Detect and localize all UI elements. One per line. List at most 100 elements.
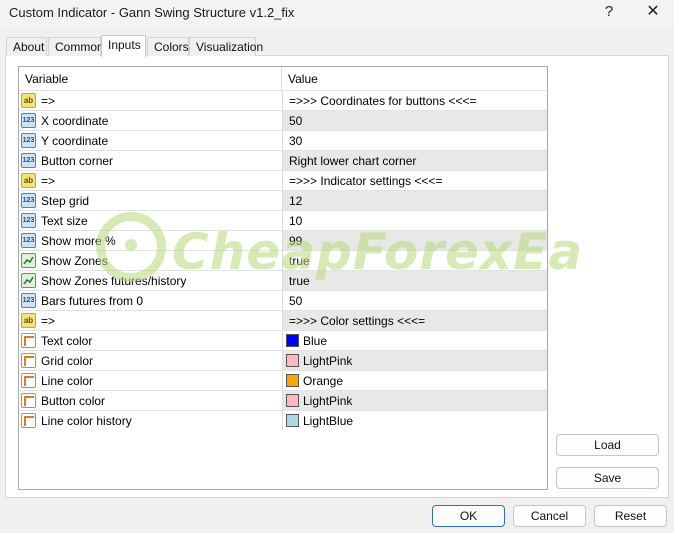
reset-button[interactable]: Reset: [594, 505, 667, 527]
value-cell[interactable]: true: [282, 271, 547, 290]
header-value[interactable]: Value: [288, 72, 318, 86]
color-swatch[interactable]: [286, 334, 299, 347]
variable-cell[interactable]: ab =>: [19, 91, 281, 110]
variable-cell[interactable]: 123 X coordinate: [19, 111, 281, 130]
number-type-icon: 123: [21, 233, 36, 248]
value-cell[interactable]: LightBlue: [282, 411, 547, 430]
number-type-icon: 123: [21, 113, 36, 128]
value-cell[interactable]: 10: [282, 211, 547, 230]
variable-cell[interactable]: 123 Button corner: [19, 151, 281, 170]
variable-label: X coordinate: [41, 114, 109, 128]
number-type-icon: 123: [21, 213, 36, 228]
value-cell[interactable]: 30: [282, 131, 547, 150]
variable-cell[interactable]: 123 Step grid: [19, 191, 281, 210]
value-cell[interactable]: 12: [282, 191, 547, 210]
bool-type-icon: [21, 273, 36, 288]
value-text: =>>> Indicator settings <<<=: [289, 174, 443, 188]
help-button[interactable]: ?: [594, 1, 624, 23]
table-row[interactable]: Show Zones true: [19, 250, 547, 270]
value-cell[interactable]: 99: [282, 231, 547, 250]
save-button[interactable]: Save: [556, 467, 659, 489]
tab-about[interactable]: About: [6, 37, 47, 56]
table-row[interactable]: Button color LightPink: [19, 390, 547, 410]
value-text: LightBlue: [303, 414, 354, 428]
table-row[interactable]: Text color Blue: [19, 330, 547, 350]
color-type-icon: [21, 353, 36, 368]
color-type-icon: [21, 373, 36, 388]
variable-cell[interactable]: ab =>: [19, 311, 281, 330]
table-row[interactable]: Line color Orange: [19, 370, 547, 390]
ok-button[interactable]: OK: [432, 505, 505, 527]
variable-label: Bars futures from 0: [41, 294, 144, 308]
value-text: LightPink: [303, 354, 353, 368]
tab-common[interactable]: Common: [48, 37, 104, 56]
table-row[interactable]: 123 Show more % 99: [19, 230, 547, 250]
color-swatch[interactable]: [286, 374, 299, 387]
table-row[interactable]: ab => =>>> Indicator settings <<<=: [19, 170, 547, 190]
number-type-icon: 123: [21, 293, 36, 308]
value-text: true: [289, 254, 310, 268]
color-swatch[interactable]: [286, 354, 299, 367]
table-row[interactable]: ab => =>>> Color settings <<<=: [19, 310, 547, 330]
variable-cell[interactable]: Show Zones: [19, 251, 281, 270]
value-cell[interactable]: =>>> Color settings <<<=: [282, 311, 547, 330]
variable-label: Show Zones futures/history: [41, 274, 187, 288]
table-row[interactable]: ab => =>>> Coordinates for buttons <<<=: [19, 90, 547, 110]
tab-colors[interactable]: Colors: [147, 37, 189, 56]
variable-cell[interactable]: 123 Text size: [19, 211, 281, 230]
tab-inputs[interactable]: Inputs: [101, 35, 146, 57]
variable-label: Line color: [41, 374, 94, 388]
variable-cell[interactable]: Button color: [19, 391, 281, 410]
variable-label: =>: [41, 174, 56, 188]
table-row[interactable]: 123 Text size 10: [19, 210, 547, 230]
value-text: 10: [289, 214, 303, 228]
variable-cell[interactable]: ab =>: [19, 171, 281, 190]
table-row[interactable]: Line color history LightBlue: [19, 410, 547, 430]
table-row[interactable]: 123 Bars futures from 0 50: [19, 290, 547, 310]
color-swatch[interactable]: [286, 394, 299, 407]
variable-label: Grid color: [41, 354, 94, 368]
color-swatch[interactable]: [286, 414, 299, 427]
variable-cell[interactable]: 123 Show more %: [19, 231, 281, 250]
variable-cell[interactable]: Show Zones futures/history: [19, 271, 281, 290]
variable-cell[interactable]: 123 Y coordinate: [19, 131, 281, 150]
close-button[interactable]: ✕: [638, 1, 668, 23]
value-cell[interactable]: =>>> Coordinates for buttons <<<=: [282, 91, 547, 110]
table-row[interactable]: 123 Y coordinate 30: [19, 130, 547, 150]
table-row[interactable]: 123 Button corner Right lower chart corner: [19, 150, 547, 170]
variable-cell[interactable]: Grid color: [19, 351, 281, 370]
value-text: LightPink: [303, 394, 353, 408]
variable-cell[interactable]: Line color history: [19, 411, 281, 430]
value-cell[interactable]: 50: [282, 291, 547, 310]
variable-label: Text size: [41, 214, 88, 228]
color-type-icon: [21, 393, 36, 408]
value-cell[interactable]: Blue: [282, 331, 547, 350]
variable-label: Button color: [41, 394, 106, 408]
color-type-icon: [21, 413, 36, 428]
value-cell[interactable]: Orange: [282, 371, 547, 390]
value-cell[interactable]: true: [282, 251, 547, 270]
variable-label: Line color history: [41, 414, 132, 428]
header-variable[interactable]: Variable: [25, 72, 68, 86]
header-divider[interactable]: [281, 67, 282, 90]
value-cell[interactable]: LightPink: [282, 351, 547, 370]
value-cell[interactable]: 50: [282, 111, 547, 130]
variable-cell[interactable]: Text color: [19, 331, 281, 350]
table-row[interactable]: Show Zones futures/history true: [19, 270, 547, 290]
tab-visualization[interactable]: Visualization: [189, 37, 263, 56]
string-type-icon: ab: [21, 173, 36, 188]
load-button[interactable]: Load: [556, 434, 659, 456]
variable-cell[interactable]: 123 Bars futures from 0: [19, 291, 281, 310]
number-type-icon: 123: [21, 133, 36, 148]
string-type-icon: ab: [21, 313, 36, 328]
value-cell[interactable]: =>>> Indicator settings <<<=: [282, 171, 547, 190]
value-cell[interactable]: Right lower chart corner: [282, 151, 547, 170]
cancel-button[interactable]: Cancel: [513, 505, 586, 527]
variable-cell[interactable]: Line color: [19, 371, 281, 390]
variable-label: =>: [41, 314, 56, 328]
variable-label: =>: [41, 94, 56, 108]
table-row[interactable]: 123 X coordinate 50: [19, 110, 547, 130]
table-row[interactable]: 123 Step grid 12: [19, 190, 547, 210]
value-cell[interactable]: LightPink: [282, 391, 547, 410]
table-row[interactable]: Grid color LightPink: [19, 350, 547, 370]
